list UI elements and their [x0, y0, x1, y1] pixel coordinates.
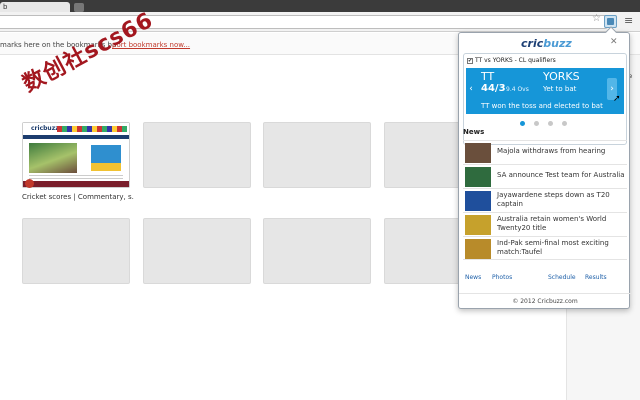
star-icon[interactable]: ☆	[592, 13, 601, 25]
match-header: ✔ TT vs YORKS - CL qualifiers	[467, 57, 556, 64]
most-visited-tile-empty	[143, 122, 251, 188]
thumbnail-logo: cricbuzz	[31, 125, 59, 132]
news-headline[interactable]: Australia retain women's World Twenty20 …	[497, 215, 625, 233]
score-panel: ‹ TT 44/3 9.4 Ovs YORKS Yet to bat TT wo…	[466, 68, 624, 114]
browser-window: b ☆ ≡ marks here on the bookmarks ba por…	[0, 0, 640, 400]
logo-prefix: cric	[521, 37, 544, 50]
menu-icon[interactable]: ≡	[624, 14, 633, 28]
most-visited-tile-empty	[263, 122, 371, 188]
slide-dot[interactable]	[534, 121, 539, 126]
thumbnail-ad-strip	[91, 163, 121, 171]
title-bar: b	[0, 0, 640, 12]
news-heading: News	[463, 128, 485, 136]
batting-score: 44/3	[481, 83, 506, 94]
logo-suffix: buzz	[543, 37, 572, 50]
news-thumbnail	[465, 191, 491, 211]
slide-dot[interactable]	[548, 121, 553, 126]
toss-result: TT won the toss and elected to bat	[481, 102, 603, 110]
news-headline[interactable]: SA announce Test team for Australia	[497, 171, 625, 180]
most-visited-tile-empty	[22, 218, 130, 284]
browser-tab[interactable]: b	[0, 2, 70, 12]
news-headline[interactable]: Ind-Pak semi-final most exciting match:T…	[497, 239, 625, 257]
slide-dot[interactable]	[520, 121, 525, 126]
most-visited-tile-cricbuzz[interactable]: cricbuzz	[22, 122, 130, 188]
news-headline[interactable]: Jayawardene steps down as T20 captain	[497, 191, 625, 209]
news-item[interactable]: Ind-Pak semi-final most exciting match:T…	[463, 236, 627, 260]
batting-team: TT	[481, 70, 495, 83]
news-thumbnail	[465, 239, 491, 259]
bowling-team-status: Yet to bat	[543, 85, 577, 93]
cricbuzz-popup: cricbuzz ✕ ✔ TT vs YORKS - CL qualifiers…	[458, 26, 631, 309]
slide-dot[interactable]	[562, 121, 567, 126]
most-visited-tile-empty	[263, 218, 371, 284]
news-item[interactable]: Majola withdraws from hearing	[463, 140, 627, 164]
copyright: © 2012 Cricbuzz.com	[459, 293, 631, 305]
slide-indicator	[520, 121, 567, 126]
news-thumbnail	[465, 143, 491, 163]
bowling-team: YORKS	[543, 70, 580, 83]
thumbnail-photo	[29, 143, 77, 173]
address-bar[interactable]	[0, 15, 608, 29]
most-visited-tile-empty	[143, 218, 251, 284]
news-item[interactable]: Australia retain women's World Twenty20 …	[463, 212, 627, 236]
match-title: TT vs YORKS - CL qualifiers	[475, 57, 556, 64]
overs: 9.4 Ovs	[506, 86, 529, 93]
schedule-link[interactable]: Schedule	[548, 274, 576, 281]
thumbnail-nav	[23, 135, 129, 139]
live-match-card: ✔ TT vs YORKS - CL qualifiers ‹ TT 44/3 …	[463, 53, 627, 145]
thumbnail-flags	[57, 126, 127, 132]
match-checkbox[interactable]: ✔	[467, 57, 473, 64]
new-tab-button[interactable]	[74, 3, 84, 12]
news-link[interactable]: News	[465, 274, 481, 281]
cricbuzz-logo[interactable]: cricbuzz	[521, 37, 572, 50]
most-visited-title[interactable]: Cricket scores | Commentary, s...	[22, 193, 134, 201]
mouse-cursor-icon: ➚	[613, 94, 621, 104]
news-thumbnail	[465, 167, 491, 187]
thumbnail-footer	[23, 181, 129, 187]
extension-glyph-icon	[607, 18, 614, 25]
news-thumbnail	[465, 215, 491, 235]
previous-match-arrow-icon[interactable]: ‹	[466, 78, 476, 100]
news-item[interactable]: SA announce Test team for Australia	[463, 164, 627, 188]
news-headline[interactable]: Majola withdraws from hearing	[497, 147, 625, 156]
photos-link[interactable]: Photos	[492, 274, 512, 281]
tab-label: b	[3, 3, 8, 11]
thumbnail-ball-icon	[25, 179, 34, 188]
news-list: Majola withdraws from hearing SA announc…	[463, 140, 627, 260]
results-link[interactable]: Results	[585, 274, 607, 281]
settings-wrench-icon[interactable]: ✕	[610, 37, 618, 47]
news-item[interactable]: Jayawardene steps down as T20 captain	[463, 188, 627, 212]
